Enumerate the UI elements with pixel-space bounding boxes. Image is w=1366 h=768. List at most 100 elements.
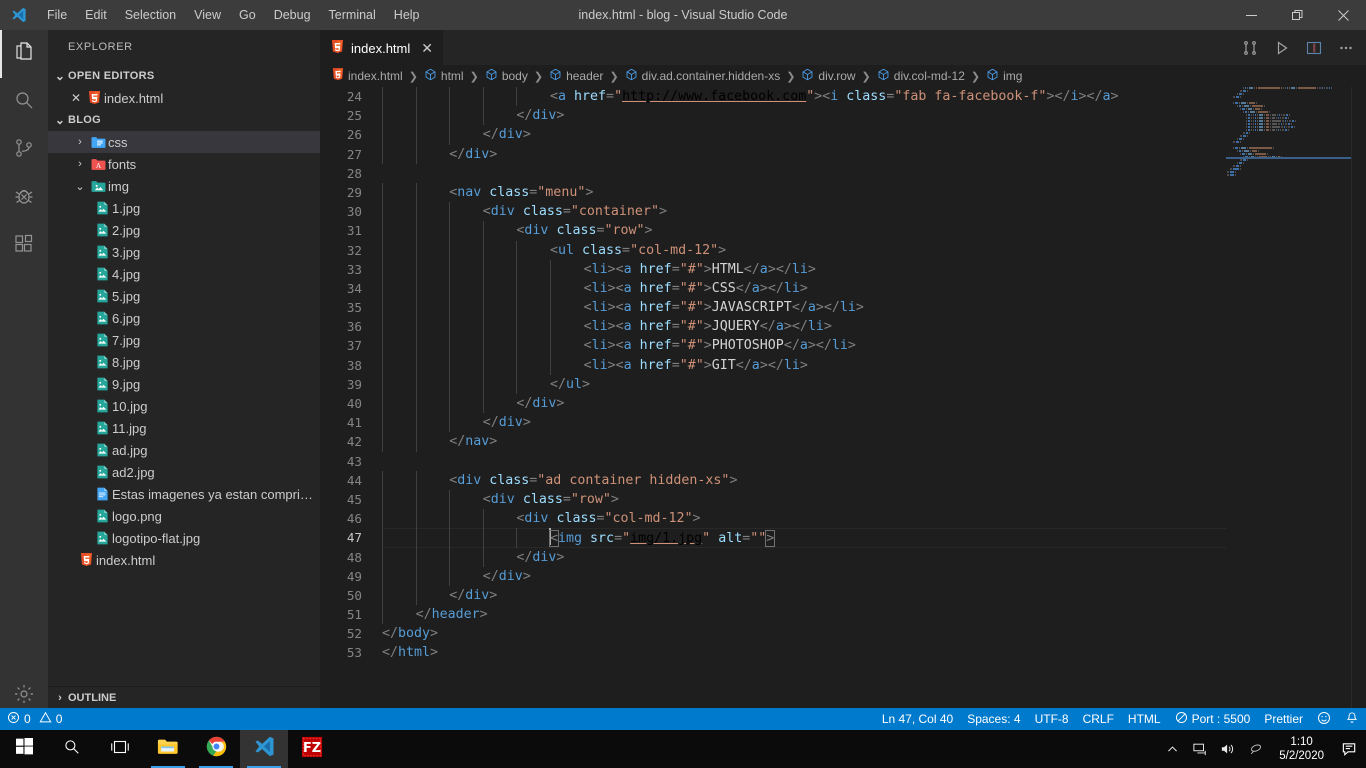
action-center-button[interactable] xyxy=(1334,730,1364,768)
code-line[interactable]: </body> xyxy=(382,624,1226,643)
tree-item-img[interactable]: ⌄ img xyxy=(48,175,320,197)
tree-item-1-jpg[interactable]: 1.jpg xyxy=(48,197,320,219)
breadcrumb-item-header[interactable]: header xyxy=(549,68,603,84)
code-line[interactable]: <div class="ad container hidden-xs"> xyxy=(382,470,1226,490)
taskbar-clock[interactable]: 1:10 5/2/2020 xyxy=(1271,730,1332,768)
editor-actions[interactable] xyxy=(1236,30,1360,65)
maximize-restore-button[interactable] xyxy=(1274,0,1320,30)
tree-item-8-jpg[interactable]: 8.jpg xyxy=(48,351,320,373)
search-button[interactable] xyxy=(48,730,96,768)
code-line[interactable]: </div> xyxy=(382,547,1226,567)
chevron-up-icon[interactable] xyxy=(1159,730,1185,768)
status-feedback[interactable] xyxy=(1310,708,1338,730)
tab-index-html[interactable]: index.html ✕ xyxy=(320,30,444,65)
code-line[interactable]: <li><a href="#">PHOTOSHOP</a></li> xyxy=(382,336,1226,356)
section-folder-blog[interactable]: ⌄ BLOG xyxy=(48,109,320,131)
tree-item-css[interactable]: › css xyxy=(48,131,320,153)
status-indentation[interactable]: Spaces: 4 xyxy=(960,708,1027,730)
network-icon[interactable] xyxy=(1187,730,1213,768)
tree-item-logo-png[interactable]: logo.png xyxy=(48,505,320,527)
close-icon[interactable]: ✕ xyxy=(68,91,84,105)
code-line[interactable] xyxy=(382,164,1226,183)
code-line[interactable]: <li><a href="#">JAVASCRIPT</a></li> xyxy=(382,298,1226,318)
status-cursor-position[interactable]: Ln 47, Col 40 xyxy=(875,708,960,730)
code-line[interactable]: <img src="img/1.jpg" alt=""> xyxy=(382,528,1226,548)
start-button[interactable] xyxy=(0,730,48,768)
breadcrumb-item-div-col[interactable]: div.col-md-12 xyxy=(877,68,965,84)
menu-help[interactable]: Help xyxy=(385,0,429,30)
status-encoding[interactable]: UTF-8 xyxy=(1028,708,1076,730)
window-controls[interactable] xyxy=(1228,0,1366,30)
code-line[interactable]: </div> xyxy=(382,144,1226,164)
tree-item-5-jpg[interactable]: 5.jpg xyxy=(48,285,320,307)
menu-file[interactable]: File xyxy=(38,0,76,30)
open-editor-item-index-html[interactable]: ✕ index.html xyxy=(48,87,320,109)
breadcrumb[interactable]: index.html ❯ html ❯ body ❯ header ❯ div.… xyxy=(320,65,1366,87)
task-view-button[interactable] xyxy=(96,730,144,768)
activity-source-control[interactable] xyxy=(0,126,48,174)
code-line[interactable]: <li><a href="#">GIT</a></li> xyxy=(382,355,1226,375)
activity-search[interactable] xyxy=(0,78,48,126)
tree-item-9-jpg[interactable]: 9.jpg xyxy=(48,373,320,395)
tree-item-2-jpg[interactable]: 2.jpg xyxy=(48,219,320,241)
code-line[interactable]: </div> xyxy=(382,566,1226,586)
section-outline[interactable]: › OUTLINE xyxy=(48,686,320,708)
ellipsis-icon[interactable] xyxy=(1332,34,1360,62)
status-prettier[interactable]: Prettier xyxy=(1257,708,1310,730)
tree-item-ad-jpg[interactable]: ad.jpg xyxy=(48,439,320,461)
breadcrumb-item-html[interactable]: html xyxy=(424,68,464,84)
split-editor-icon[interactable] xyxy=(1300,34,1328,62)
menu-go[interactable]: Go xyxy=(230,0,265,30)
breadcrumb-item-file[interactable]: index.html xyxy=(332,68,403,84)
play-icon[interactable] xyxy=(1268,34,1296,62)
code-line[interactable]: </header> xyxy=(382,605,1226,625)
google-chrome-button[interactable] xyxy=(192,730,240,768)
minimize-button[interactable] xyxy=(1228,0,1274,30)
tree-item-ad2-jpg[interactable]: ad2.jpg xyxy=(48,461,320,483)
code-line[interactable]: </nav> xyxy=(382,432,1226,452)
breadcrumb-item-div-ad[interactable]: div.ad.container.hidden-xs xyxy=(625,68,780,84)
menu-debug[interactable]: Debug xyxy=(265,0,320,30)
section-open-editors[interactable]: ⌄ OPEN EDITORS xyxy=(48,65,320,87)
menu-terminal[interactable]: Terminal xyxy=(320,0,385,30)
code-line[interactable]: </ul> xyxy=(382,374,1226,394)
code-line[interactable]: </div> xyxy=(382,585,1226,606)
visual-studio-code-button[interactable] xyxy=(240,730,288,768)
activity-debug[interactable] xyxy=(0,174,48,222)
code-line[interactable]: </div> xyxy=(382,106,1226,126)
status-language-mode[interactable]: HTML xyxy=(1121,708,1168,730)
status-notifications[interactable] xyxy=(1338,708,1366,730)
code-line[interactable]: <ul class="col-md-12"> xyxy=(382,240,1226,260)
code-line[interactable]: <nav class="menu"> xyxy=(382,182,1226,203)
menu-view[interactable]: View xyxy=(185,0,230,30)
tree-item-4-jpg[interactable]: 4.jpg xyxy=(48,263,320,285)
tree-item-11-jpg[interactable]: 11.jpg xyxy=(48,417,320,439)
close-icon[interactable]: ✕ xyxy=(421,41,433,55)
activity-explorer[interactable] xyxy=(0,30,48,78)
editor-scrollbar[interactable] xyxy=(1352,87,1366,708)
status-problems[interactable]: 0 0 xyxy=(0,708,69,730)
filezilla-button[interactable]: FZ xyxy=(288,730,336,768)
code-line[interactable]: <a href="http://www.facebook.com"><i cla… xyxy=(382,87,1226,107)
breadcrumb-item-body[interactable]: body xyxy=(485,68,528,84)
tray-icon[interactable] xyxy=(1243,730,1269,768)
tree-item-fonts[interactable]: › A fonts xyxy=(48,153,320,175)
code-line[interactable] xyxy=(382,452,1226,471)
breadcrumb-item-img[interactable]: img xyxy=(986,68,1022,84)
file-explorer-button[interactable] xyxy=(144,730,192,768)
tree-item-estas-imagenes-txt[interactable]: Estas imagenes ya estan comprimi... xyxy=(48,483,320,505)
compare-icon[interactable] xyxy=(1236,34,1264,62)
code-line[interactable]: </div> xyxy=(382,125,1226,145)
code-line[interactable]: <li><a href="#">JQUERY</a></li> xyxy=(382,317,1226,337)
activity-bar[interactable] xyxy=(0,30,48,738)
tree-item-7-jpg[interactable]: 7.jpg xyxy=(48,329,320,351)
tree-item-10-jpg[interactable]: 10.jpg xyxy=(48,395,320,417)
tree-item-6-jpg[interactable]: 6.jpg xyxy=(48,307,320,329)
code-line[interactable]: </div> xyxy=(382,394,1226,414)
tree-item-logotipo-flat-jpg[interactable]: logotipo-flat.jpg xyxy=(48,527,320,549)
code-line[interactable]: </div> xyxy=(382,413,1226,433)
minimap[interactable] xyxy=(1226,87,1352,708)
menu-selection[interactable]: Selection xyxy=(116,0,185,30)
close-button[interactable] xyxy=(1320,0,1366,30)
code-line[interactable]: <li><a href="#">CSS</a></li> xyxy=(382,278,1226,299)
